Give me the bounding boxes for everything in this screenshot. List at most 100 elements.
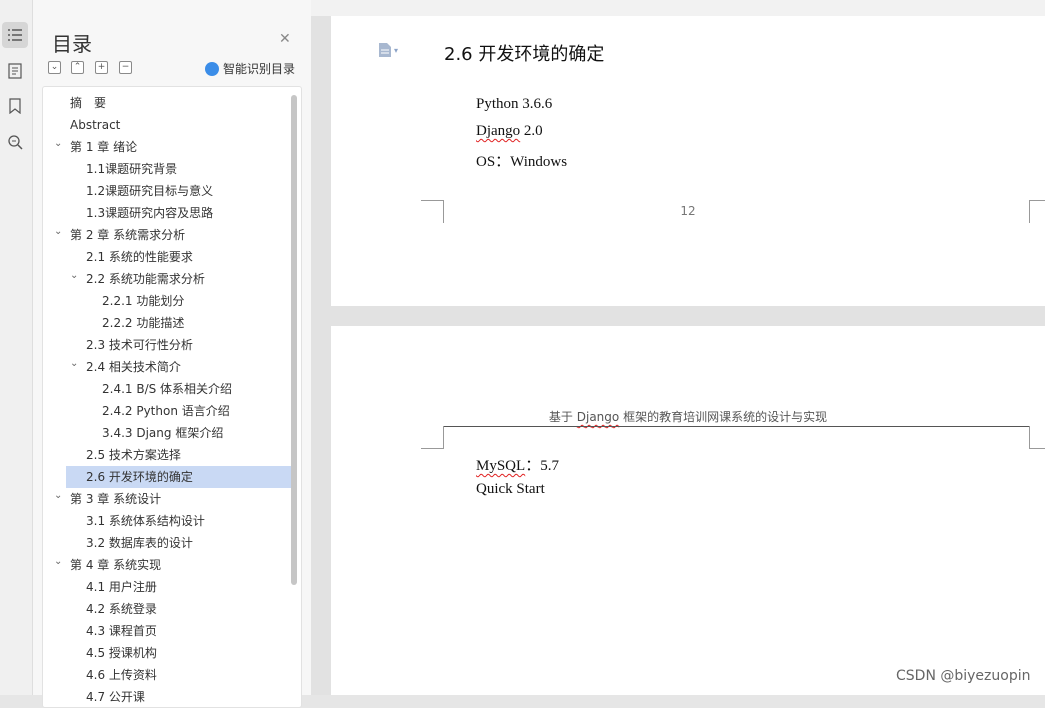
toc-item-label: 4.6 上传资料 [86, 668, 157, 682]
toc-item-label: Abstract [70, 118, 121, 132]
toc-item[interactable]: ⌄ 2.4 相关技术简介 [43, 356, 291, 378]
toc-item[interactable]: 3.4.3 Djang 框架介绍 [43, 422, 291, 444]
toc-item-label: 摘 要 [70, 96, 107, 110]
chevron-down-icon[interactable]: ⌄ [70, 265, 82, 287]
toc-item[interactable]: 摘 要 [43, 92, 291, 114]
header-text: 基于 [548, 410, 577, 424]
env-os: OS：Windows [476, 154, 568, 170]
toc-item-label: 第 4 章 系统实现 [70, 558, 162, 572]
toc-item[interactable]: ⌄ 第 4 章 系统实现 [43, 554, 291, 576]
toc-item[interactable]: 4.7 公开课 [43, 686, 291, 707]
spellcheck-word: Django [576, 410, 620, 424]
env-mysql-version: ：5.7 [525, 458, 559, 474]
toc-item[interactable]: 4.2 系统登录 [43, 598, 291, 620]
expand-all-icon[interactable]: ⌃ [71, 61, 84, 74]
toc-item-label: 2.2.2 功能描述 [102, 316, 185, 330]
top-toolbar-strip [311, 0, 1045, 17]
remove-icon[interactable]: − [119, 61, 132, 74]
toc-item-label: 2.1 系统的性能要求 [86, 250, 193, 264]
header-rule [444, 426, 1030, 427]
toc-item[interactable]: ⌄ 第 2 章 系统需求分析 [43, 224, 291, 246]
toc-icon[interactable] [2, 22, 28, 48]
toc-item-label: 4.7 公开课 [86, 690, 145, 704]
toc-title: 目录 [52, 32, 92, 56]
toc-item-label: 2.3 技术可行性分析 [86, 338, 193, 352]
toc-list-box: 摘 要 Abstract ⌄ 第 1 章 绪论 1.1课题研究背景 1.2课题研究目标与意… [42, 86, 302, 708]
toc-item[interactable]: 4.6 上传资料 [43, 664, 291, 686]
page-number: 12 [680, 204, 696, 218]
bookmark-icon[interactable] [2, 93, 28, 119]
chevron-down-icon[interactable]: ⌄ [54, 133, 66, 155]
toc-item[interactable]: 1.2课题研究目标与意义 [43, 180, 291, 202]
scrollbar[interactable] [291, 95, 297, 585]
close-icon[interactable]: ✕ [279, 32, 291, 46]
toc-item-label: 1.1课题研究背景 [86, 162, 178, 176]
document-area: ▾ 2.6 开发环境的确定 Python 3.6.6 Django 2.0 OS… [311, 16, 1045, 695]
env-python: Python 3.6.6 [476, 96, 553, 112]
env-django-version: 2.0 [520, 123, 543, 139]
toc-item-label: 2.6 开发环境的确定 [86, 470, 193, 484]
toc-item-label: 4.5 授课机构 [86, 646, 157, 660]
toc-item-label: 2.4.1 B/S 体系相关介绍 [102, 382, 233, 396]
left-icon-rail [0, 0, 33, 695]
toc-item-label: 3.4.3 Djang 框架介绍 [102, 426, 224, 440]
toc-item-label: 2.4.2 Python 语言介绍 [102, 404, 230, 418]
toc-item-label: 第 3 章 系统设计 [70, 492, 162, 506]
toc-item-label: 2.2.1 功能划分 [102, 294, 185, 308]
margin-corner [421, 426, 444, 449]
smart-detect-toc-button[interactable]: 智能识别目录 [205, 60, 295, 77]
spellcheck-word: Django [476, 123, 521, 139]
header-text: 框架的教育培训网课系统的设计与实现 [619, 410, 828, 424]
toc-item-label: 3.1 系统体系结构设计 [86, 514, 205, 528]
margin-corner [1029, 426, 1045, 449]
toc-panel: 目录 ✕ ⌄ ⌃ + − 智能识别目录 摘 要 Abstract ⌄ 第 1 章 绪论… [33, 0, 311, 708]
toc-item-label: 3.2 数据库表的设计 [86, 536, 193, 550]
toc-item[interactable]: ⌄ 第 1 章 绪论 [43, 136, 291, 158]
toc-item-label: 2.5 技术方案选择 [86, 448, 181, 462]
toc-list: 摘 要 Abstract ⌄ 第 1 章 绪论 1.1课题研究背景 1.2课题研究目标与意… [43, 92, 291, 707]
toc-item[interactable]: ⌄ 2.2 系统功能需求分析 [43, 268, 291, 290]
toc-item-label: 2.4 相关技术简介 [86, 360, 181, 374]
toc-item[interactable]: 4.1 用户注册 [43, 576, 291, 598]
search-icon[interactable] [2, 129, 28, 155]
toc-item-label: 1.2课题研究目标与意义 [86, 184, 214, 198]
smart-detect-label: 智能识别目录 [223, 62, 296, 76]
chevron-down-icon[interactable]: ⌄ [54, 551, 66, 573]
ai-icon [205, 61, 219, 76]
collapse-all-icon[interactable]: ⌄ [48, 61, 61, 74]
toc-item-label: 4.1 用户注册 [86, 580, 157, 594]
page-header: 基于 Django 框架的教育培训网课系统的设计与实现 [331, 408, 1045, 425]
toc-item-label: 1.3课题研究内容及思路 [86, 206, 214, 220]
toc-item[interactable]: 2.2.1 功能划分 [43, 290, 291, 312]
add-icon[interactable]: + [95, 61, 108, 74]
toc-item[interactable]: 2.4.2 Python 语言介绍 [43, 400, 291, 422]
document-page: ▾ 2.6 开发环境的确定 Python 3.6.6 Django 2.0 OS… [331, 16, 1045, 306]
toc-item[interactable]: 2.5 技术方案选择 [43, 444, 291, 466]
toc-item[interactable]: Abstract [43, 114, 291, 136]
spellcheck-word: MySQL [476, 458, 526, 474]
toc-item[interactable]: 4.3 课程首页 [43, 620, 291, 642]
doc-type-icon[interactable]: ▾ [378, 42, 398, 58]
toc-item[interactable]: 4.5 授课机构 [43, 642, 291, 664]
chevron-down-icon[interactable]: ⌄ [70, 353, 82, 375]
chevron-down-icon[interactable]: ⌄ [54, 221, 66, 243]
toc-item[interactable]: ⌄ 第 3 章 系统设计 [43, 488, 291, 510]
chevron-down-icon[interactable]: ⌄ [54, 485, 66, 507]
toc-item[interactable]: 3.2 数据库表的设计 [43, 532, 291, 554]
page-icon[interactable] [2, 58, 28, 84]
watermark: CSDN @biyezuopin [896, 668, 1031, 684]
toc-item-label: 第 2 章 系统需求分析 [70, 228, 186, 242]
toc-item[interactable]: 3.1 系统体系结构设计 [43, 510, 291, 532]
toc-item[interactable]: 1.3课题研究内容及思路 [43, 202, 291, 224]
section-heading: 2.6 开发环境的确定 [444, 44, 605, 65]
toc-item[interactable]: 2.2.2 功能描述 [43, 312, 291, 334]
toc-item[interactable]: 1.1课题研究背景 [43, 158, 291, 180]
env-django: Django 2.0 [476, 123, 543, 140]
env-mysql: MySQL：5.7 [476, 454, 559, 475]
toc-item-label: 2.2 系统功能需求分析 [86, 272, 205, 286]
toc-item-label: 第 1 章 绪论 [70, 140, 138, 154]
toc-item[interactable]: 2.4.1 B/S 体系相关介绍 [43, 378, 291, 400]
toc-item[interactable]: 2.6 开发环境的确定 [66, 466, 291, 488]
toc-item-label: 4.2 系统登录 [86, 602, 157, 616]
document-page: 基于 Django 框架的教育培训网课系统的设计与实现 MySQL：5.7 Qu… [331, 326, 1045, 695]
